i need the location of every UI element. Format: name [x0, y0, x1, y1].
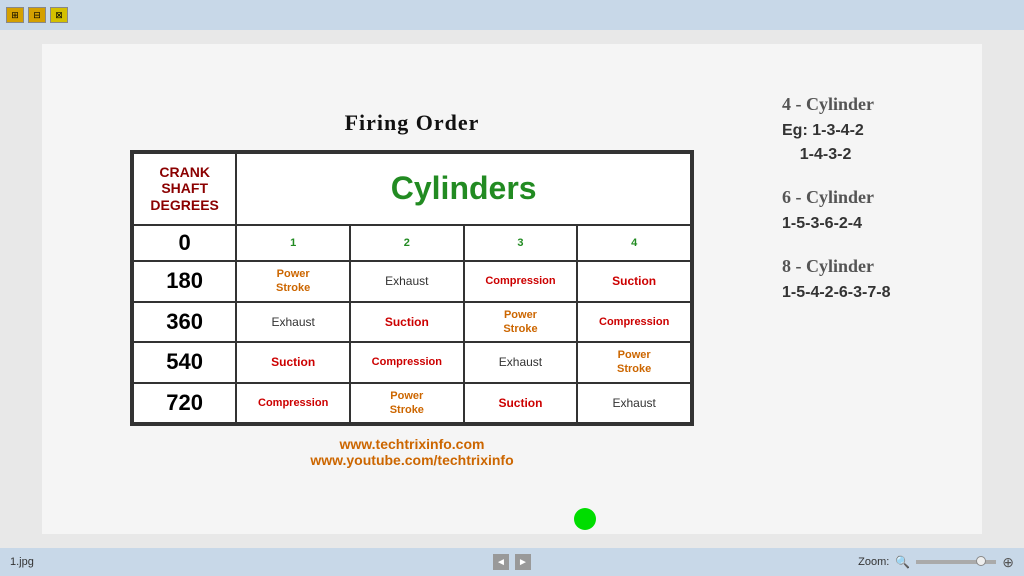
zoom-label: Zoom:	[858, 556, 889, 568]
cyl-2-header: 2	[350, 225, 464, 261]
eight-cyl-title: 8 - Cylinder	[782, 256, 962, 277]
cell-180-1: PowerStroke	[236, 261, 350, 302]
topbar-btn1[interactable]: ⊞	[6, 7, 24, 23]
zoom-section: Zoom: 🔍 ⊕	[679, 554, 1014, 571]
table-row-180: 180 PowerStroke Exhaust Compression Suct…	[133, 261, 691, 302]
bottom-bar: 1.jpg ◄ ► Zoom: 🔍 ⊕	[0, 548, 1024, 576]
cell-540-3: Exhaust	[464, 342, 578, 383]
cyl-3-header: 3	[464, 225, 578, 261]
cell-540-2: Compression	[350, 342, 464, 383]
six-cylinder-group: 6 - Cylinder 1-5-3-6-2-4	[782, 187, 962, 236]
website-line1: www.techtrixinfo.com	[310, 436, 513, 452]
cell-360-3: PowerStroke	[464, 302, 578, 343]
website-line2: www.youtube.com/techtrixinfo	[310, 452, 513, 468]
table-row-360: 360 Exhaust Suction PowerStroke Compress…	[133, 302, 691, 343]
left-section: Firing Order CRANKSHAFTDEGREES Cylinders	[62, 110, 762, 469]
cursor	[574, 508, 596, 530]
degree-0: 0	[133, 225, 236, 261]
main-content: Firing Order CRANKSHAFTDEGREES Cylinders	[0, 30, 1024, 548]
four-cyl-title: 4 - Cylinder	[782, 94, 962, 115]
degree-540: 540	[133, 342, 236, 383]
four-cyl-order: Eg: 1-3-4-2 1-4-3-2	[782, 119, 962, 167]
table-header-row: CRANKSHAFTDEGREES Cylinders	[133, 153, 691, 225]
cell-360-4: Compression	[577, 302, 691, 343]
cell-720-3: Suction	[464, 383, 578, 424]
cell-180-2: Exhaust	[350, 261, 464, 302]
degree-180: 180	[133, 261, 236, 302]
six-cyl-title: 6 - Cylinder	[782, 187, 962, 208]
zoom-out-icon[interactable]: 🔍	[895, 555, 910, 569]
zoom-thumb	[976, 556, 986, 566]
topbar-btn2[interactable]: ⊟	[28, 7, 46, 23]
inner-content: Firing Order CRANKSHAFTDEGREES Cylinders	[42, 44, 982, 534]
cell-360-2: Suction	[350, 302, 464, 343]
nav-prev-btn[interactable]: ◄	[493, 554, 509, 570]
eight-cylinder-group: 8 - Cylinder 1-5-4-2-6-3-7-8	[782, 256, 962, 305]
websites: www.techtrixinfo.com www.youtube.com/tec…	[310, 436, 513, 468]
cyl-1-header: 1	[236, 225, 350, 261]
cell-720-4: Exhaust	[577, 383, 691, 424]
nav-next-btn[interactable]: ►	[515, 554, 531, 570]
table-row-0: 0 1 2 3 4	[133, 225, 691, 261]
cell-720-1: Compression	[236, 383, 350, 424]
zoom-in-icon[interactable]: ⊕	[1002, 554, 1014, 571]
cylinders-header: Cylinders	[236, 153, 691, 225]
cell-180-3: Compression	[464, 261, 578, 302]
degree-720: 720	[133, 383, 236, 424]
cell-720-2: PowerStroke	[350, 383, 464, 424]
cell-540-4: PowerStroke	[577, 342, 691, 383]
four-cylinder-group: 4 - Cylinder Eg: 1-3-4-2 1-4-3-2	[782, 94, 962, 167]
topbar-btn3[interactable]: ⊠	[50, 7, 68, 23]
right-section: 4 - Cylinder Eg: 1-3-4-2 1-4-3-2 6 - Cyl…	[762, 54, 962, 305]
table-row-540: 540 Suction Compression Exhaust PowerStr…	[133, 342, 691, 383]
page-title: Firing Order	[345, 110, 480, 136]
firing-order-table: CRANKSHAFTDEGREES Cylinders 0 1 2 3 4	[130, 150, 694, 427]
cell-540-1: Suction	[236, 342, 350, 383]
cell-360-1: Exhaust	[236, 302, 350, 343]
crankshaft-header: CRANKSHAFTDEGREES	[133, 153, 236, 225]
table-row-720: 720 Compression PowerStroke Suction Exha…	[133, 383, 691, 424]
cyl-4-header: 4	[577, 225, 691, 261]
bottom-nav: ◄ ►	[345, 554, 680, 570]
content-wrapper: CRANKSHAFTDEGREES Cylinders 0 1 2 3 4	[130, 150, 694, 427]
degree-360: 360	[133, 302, 236, 343]
eight-cyl-order: 1-5-4-2-6-3-7-8	[782, 281, 962, 305]
six-cyl-order: 1-5-3-6-2-4	[782, 212, 962, 236]
crankshaft-label: CRANKSHAFTDEGREES	[150, 164, 218, 214]
zoom-slider[interactable]	[916, 560, 996, 564]
filename-label: 1.jpg	[10, 556, 345, 568]
top-bar: ⊞ ⊟ ⊠	[0, 0, 1024, 30]
cell-180-4: Suction	[577, 261, 691, 302]
